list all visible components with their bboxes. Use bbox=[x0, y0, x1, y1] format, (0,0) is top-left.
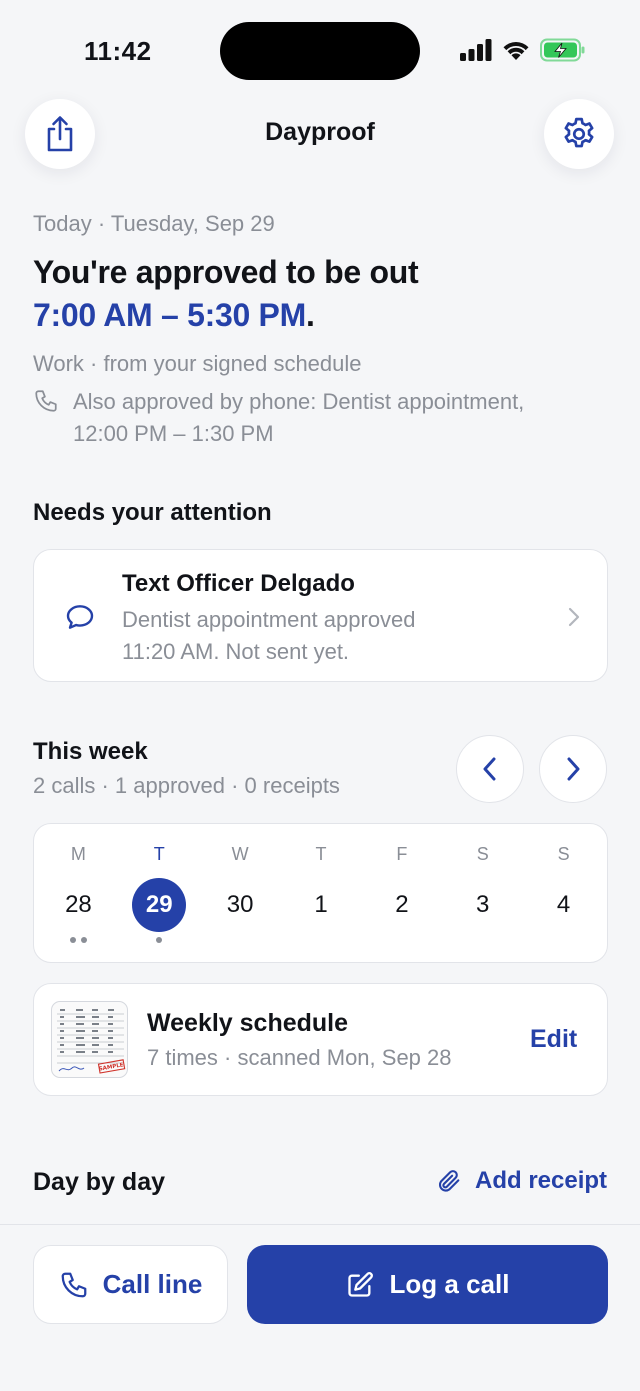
dynamic-island bbox=[220, 22, 420, 80]
phone-icon bbox=[61, 1272, 87, 1297]
attention-item-title: Text Officer Delgado bbox=[122, 570, 355, 597]
approval-time-range: 7:00 AM – 5:30 PM bbox=[33, 297, 306, 333]
schedule-thumbnail: SAMPLE bbox=[51, 1001, 128, 1078]
status-icons bbox=[460, 38, 586, 62]
day-wednesday[interactable]: W 30 bbox=[200, 842, 281, 943]
status-time: 11:42 bbox=[84, 36, 152, 66]
approval-source: Work · from your signed schedule bbox=[33, 351, 362, 376]
phone-approval-line2: 12:00 PM – 1:30 PM bbox=[73, 421, 274, 446]
phone-icon bbox=[35, 390, 57, 412]
cellular-signal-icon bbox=[460, 39, 492, 61]
phone-approval-note: Also approved by phone: Dentist appointm… bbox=[73, 386, 524, 450]
day-letter: S bbox=[476, 844, 489, 864]
wifi-icon bbox=[503, 41, 529, 60]
approval-time: 7:00 AM – 5:30 PM. bbox=[33, 297, 315, 334]
battery-charging-icon bbox=[540, 38, 585, 62]
day-letter: W bbox=[231, 844, 249, 864]
day-letter: S bbox=[557, 844, 570, 864]
next-week-button[interactable] bbox=[539, 735, 607, 803]
schedule-edit-button[interactable]: Edit bbox=[530, 1025, 577, 1054]
week-summary: 2 calls · 1 approved · 0 receipts bbox=[33, 773, 340, 798]
previous-week-button[interactable] bbox=[456, 735, 524, 803]
compose-icon bbox=[347, 1271, 373, 1297]
day-thursday[interactable]: T 1 bbox=[281, 842, 362, 943]
day-activity-dots bbox=[119, 937, 200, 943]
gear-icon bbox=[564, 117, 594, 148]
day-letter: T bbox=[315, 844, 327, 864]
chevron-right-icon bbox=[568, 607, 580, 627]
message-bubble-icon bbox=[66, 605, 94, 629]
week-days: M 28 T 29 W 30 T 1 F 2 S 3 S 4 bbox=[38, 842, 604, 943]
chevron-left-icon bbox=[483, 757, 496, 781]
log-call-label: Log a call bbox=[389, 1269, 510, 1299]
weekly-schedule-card[interactable]: SAMPLE Weekly schedule 7 times · scanned… bbox=[33, 983, 608, 1096]
schedule-title: Weekly schedule bbox=[147, 1009, 349, 1037]
add-receipt-button[interactable]: Add receipt bbox=[435, 1166, 607, 1196]
add-receipt-label: Add receipt bbox=[475, 1167, 608, 1194]
week-heading: This week bbox=[33, 738, 148, 765]
today-date: Today · Tuesday, Sep 29 bbox=[33, 211, 275, 236]
day-number: 30 bbox=[226, 891, 254, 918]
day-letter: T bbox=[153, 844, 165, 864]
day-sunday[interactable]: S 4 bbox=[523, 842, 604, 943]
day-tuesday-selected[interactable]: T 29 bbox=[119, 842, 200, 943]
day-friday[interactable]: F 2 bbox=[361, 842, 442, 943]
day-number: 29 bbox=[132, 878, 187, 932]
attention-item-line2: 11:20 AM. Not sent yet. bbox=[122, 639, 350, 664]
day-letter: M bbox=[70, 844, 86, 864]
schedule-subtitle: 7 times · scanned Mon, Sep 28 bbox=[147, 1045, 452, 1070]
attention-card-text-officer[interactable]: Text Officer Delgado Dentist appointment… bbox=[33, 549, 608, 682]
attention-item-detail: Dentist appointment approved 11:20 AM. N… bbox=[122, 604, 416, 668]
call-line-button[interactable]: Call line bbox=[33, 1245, 228, 1324]
status-bar: 11:42 bbox=[0, 0, 640, 100]
phone-approval-line1: Also approved by phone: Dentist appointm… bbox=[73, 389, 525, 414]
call-line-label: Call line bbox=[102, 1269, 203, 1299]
log-call-button[interactable]: Log a call bbox=[247, 1245, 608, 1324]
chevron-right-icon bbox=[567, 757, 580, 781]
day-number: 1 bbox=[314, 891, 328, 918]
approval-headline: You're approved to be out bbox=[33, 254, 419, 290]
day-number: 4 bbox=[556, 891, 571, 918]
day-number: 3 bbox=[476, 891, 490, 918]
day-monday[interactable]: M 28 bbox=[38, 842, 119, 943]
attention-heading: Needs your attention bbox=[33, 499, 272, 526]
day-activity-dots bbox=[38, 937, 119, 943]
day-saturday[interactable]: S 3 bbox=[442, 842, 523, 943]
paperclip-icon bbox=[438, 1170, 460, 1192]
attention-item-line1: Dentist appointment approved bbox=[122, 607, 416, 632]
approval-period: . bbox=[305, 297, 315, 333]
day-by-day-heading: Day by day bbox=[33, 1168, 166, 1196]
day-number: 2 bbox=[395, 891, 409, 918]
schedule-document-thumbnail: SAMPLE bbox=[57, 1009, 126, 1074]
settings-button[interactable] bbox=[544, 99, 614, 169]
day-letter: F bbox=[396, 844, 408, 864]
day-number: 28 bbox=[65, 891, 92, 918]
